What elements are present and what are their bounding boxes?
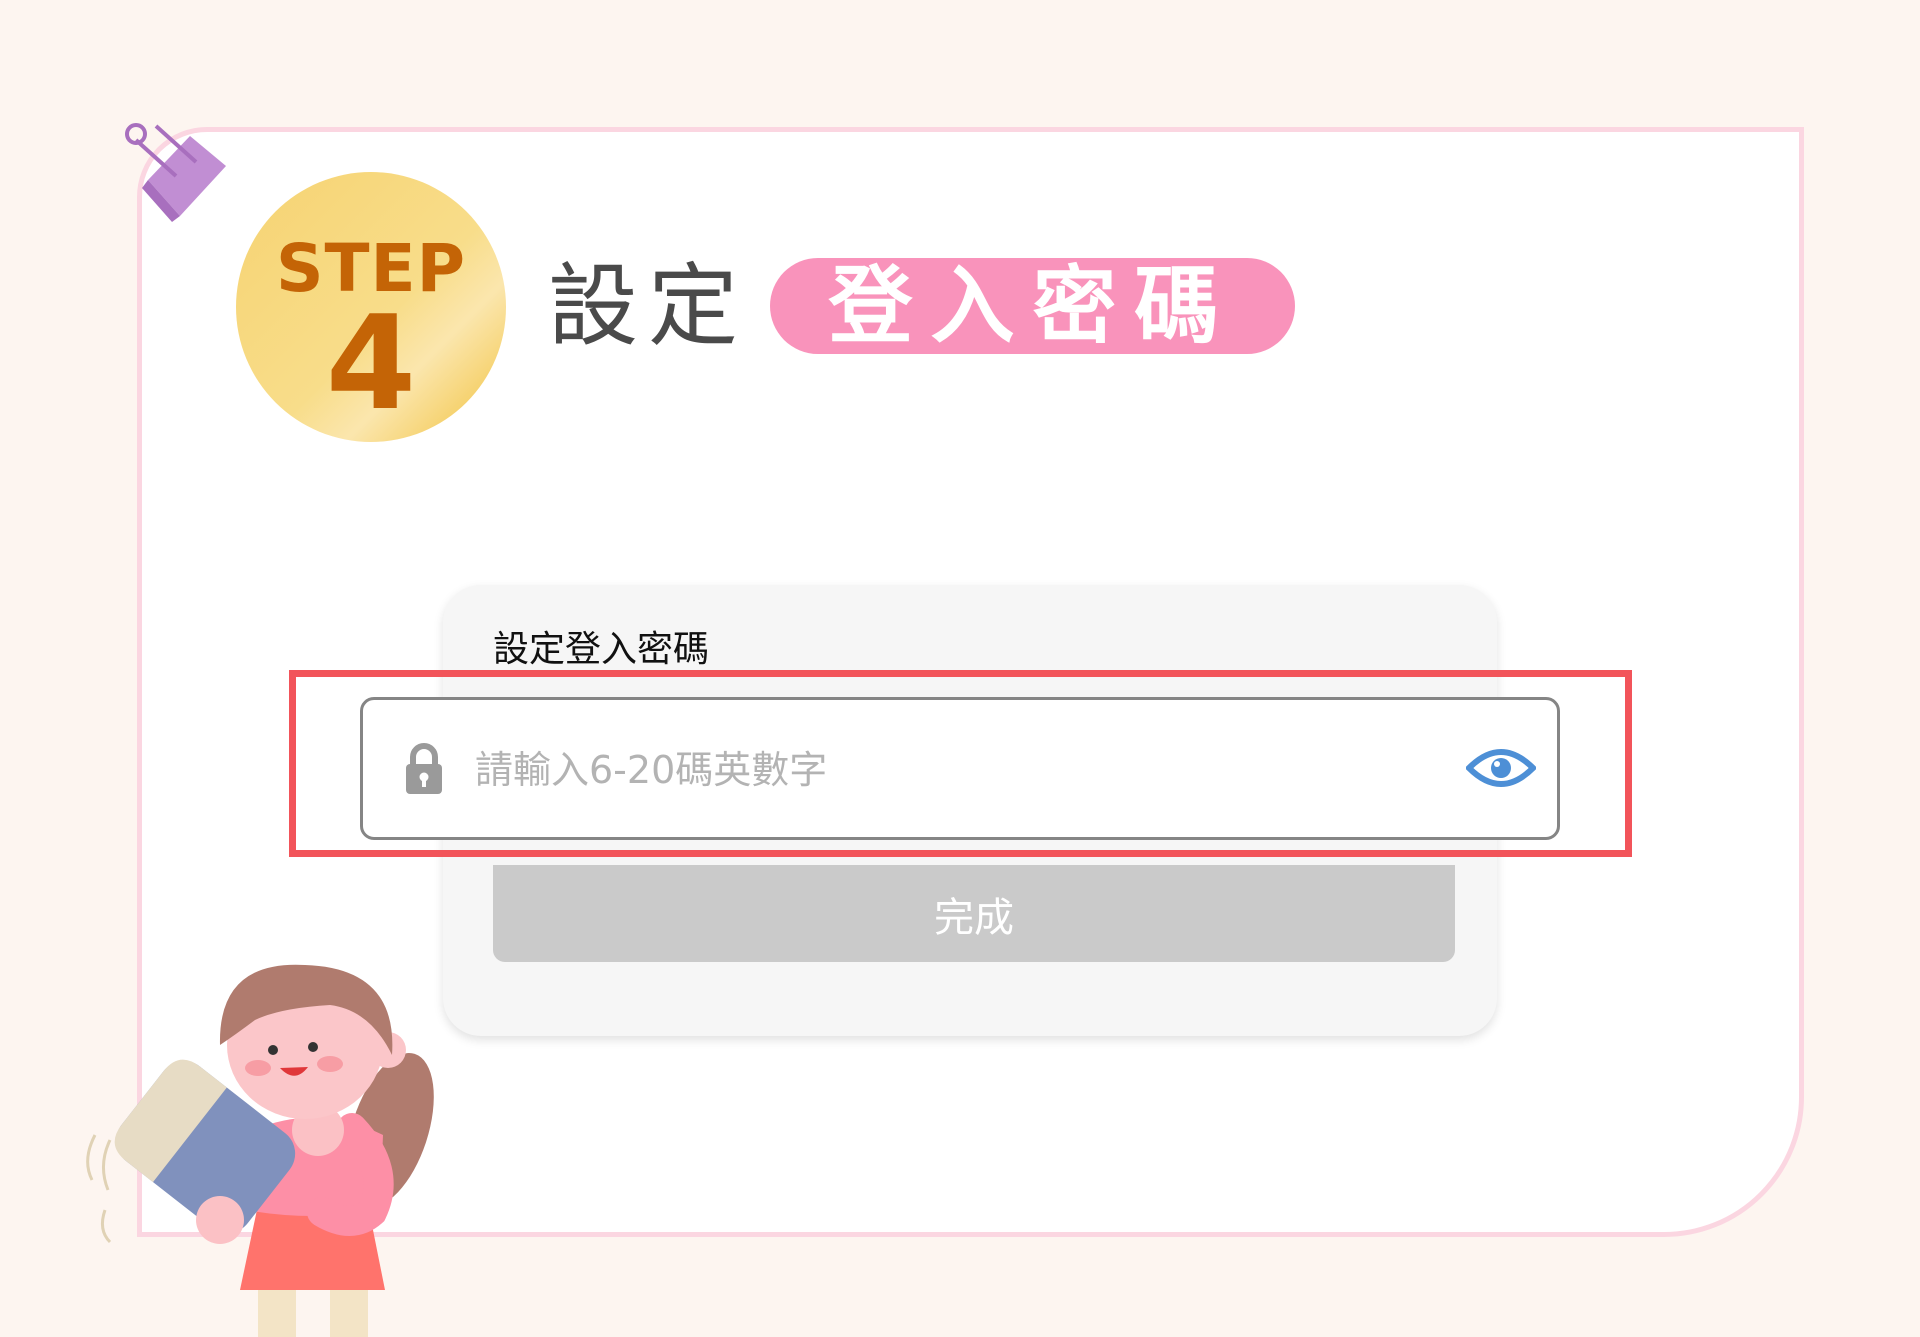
page-title: 設定	[548, 254, 748, 359]
password-field-label: 設定登入密碼	[493, 629, 710, 670]
step-number: 4	[325, 287, 417, 439]
binder-clip-icon	[125, 123, 226, 222]
focus-highlight-box	[289, 670, 1632, 857]
step-badge: STEP 4	[236, 172, 506, 442]
title-highlight-pill: 登入密碼	[770, 258, 1295, 354]
done-button[interactable]: 完成	[493, 865, 1455, 962]
girl-illustration	[86, 964, 434, 1337]
